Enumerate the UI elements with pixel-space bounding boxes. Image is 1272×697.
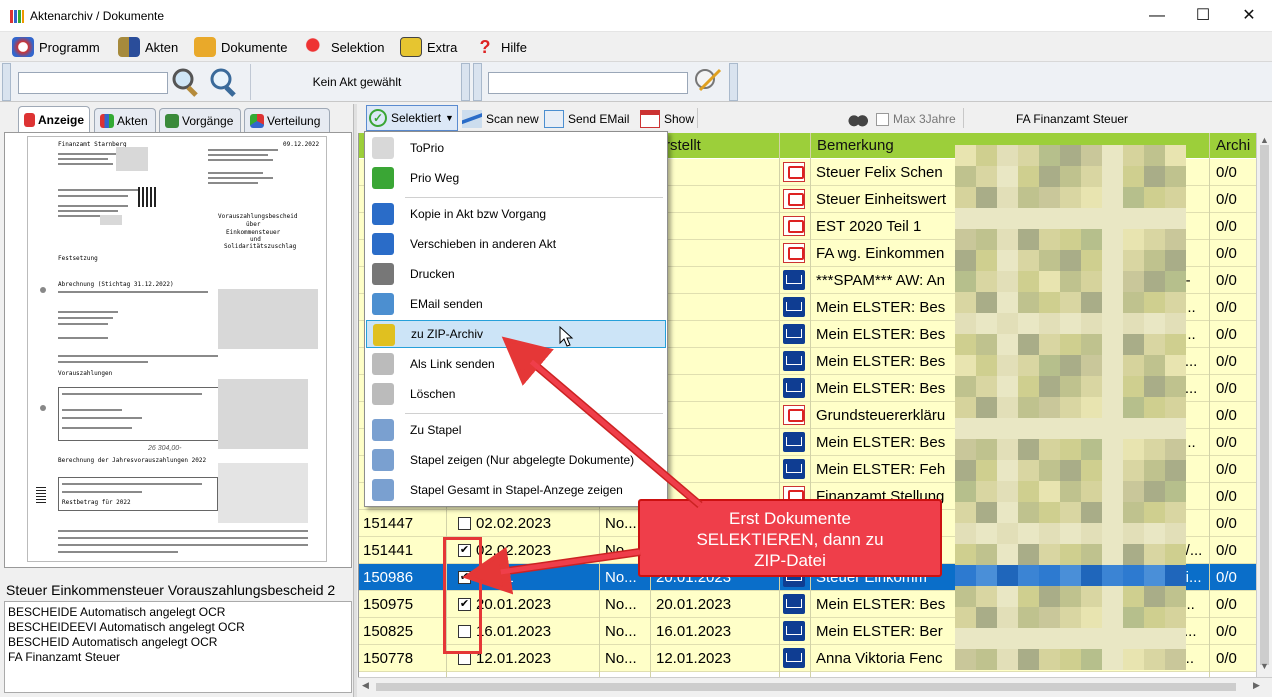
mouse-cursor-icon (559, 325, 574, 347)
annotation-arrows (462, 325, 703, 595)
